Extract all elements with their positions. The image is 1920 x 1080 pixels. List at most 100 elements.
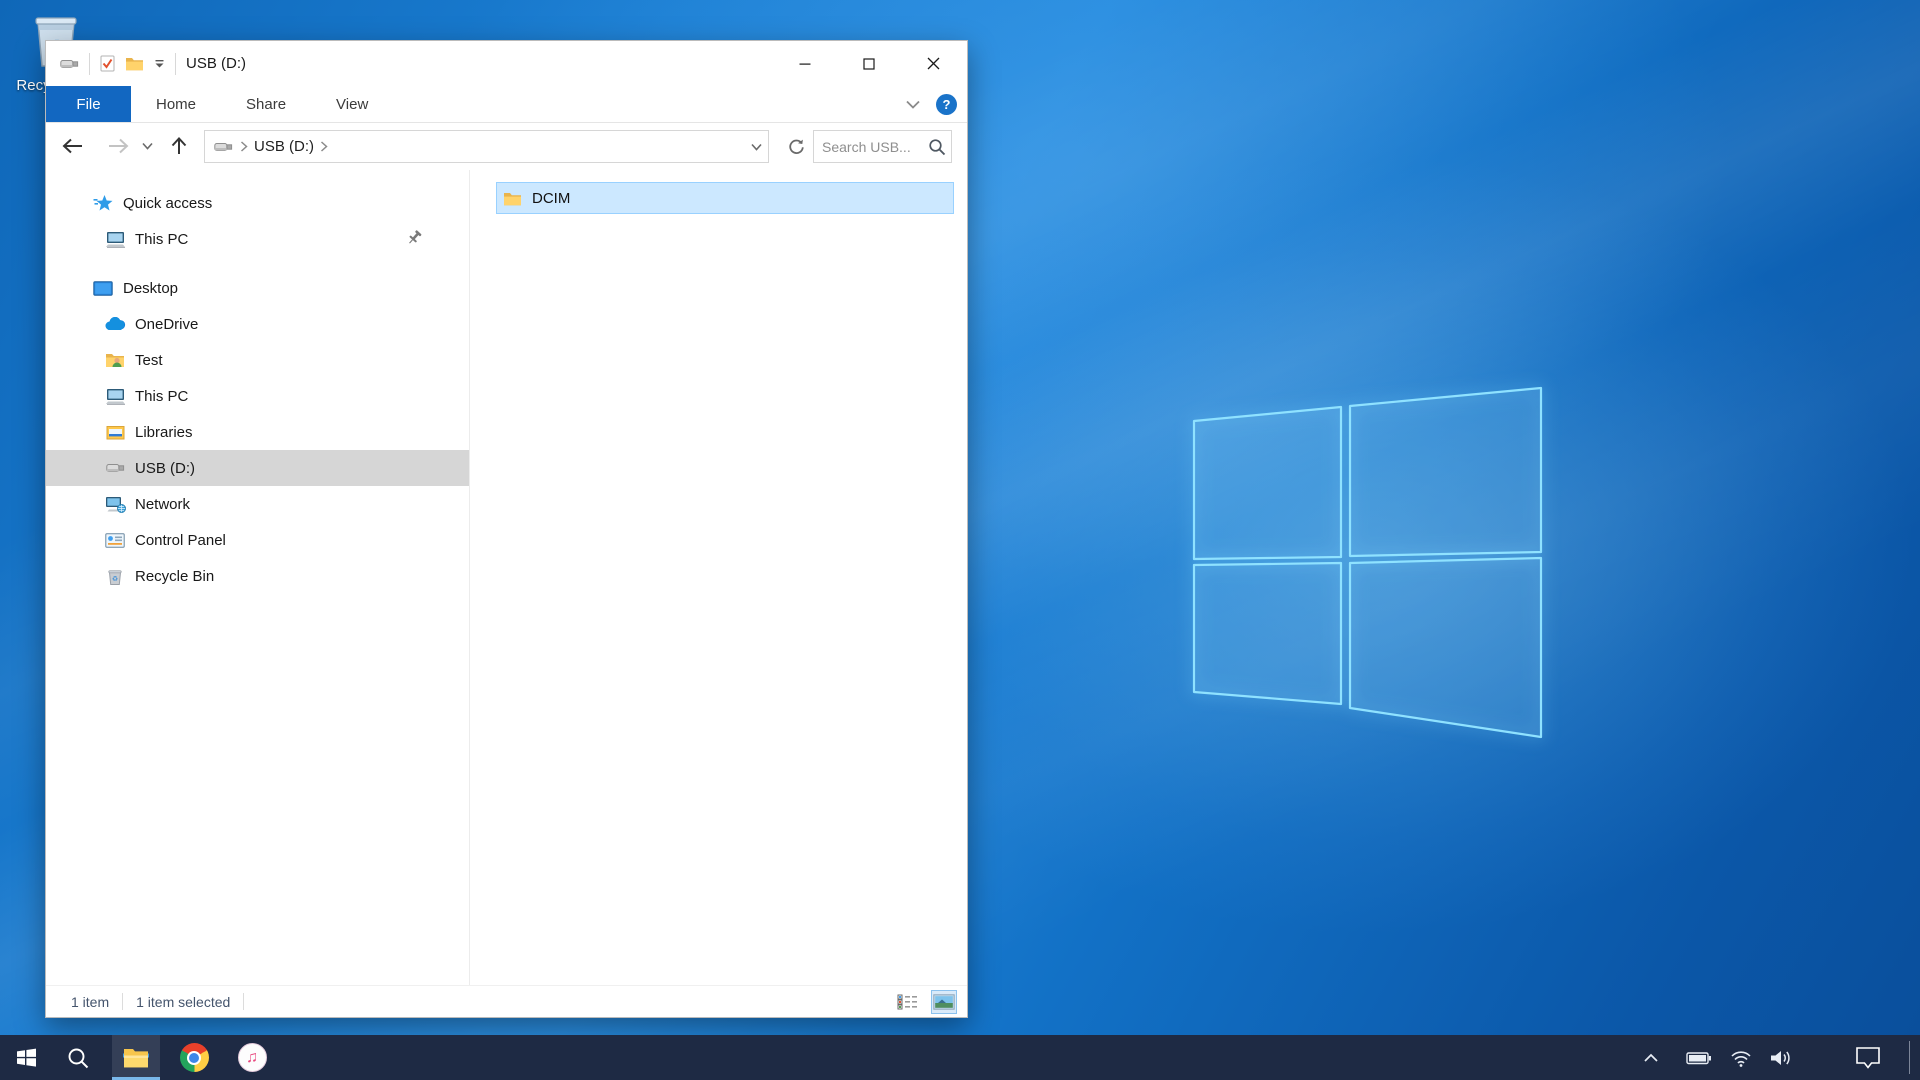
close-button[interactable]: [901, 41, 965, 86]
user-folder-icon: [104, 352, 126, 368]
sidebar-item-usb-d-[interactable]: USB (D:): [46, 450, 469, 486]
sidebar-item-recycle-bin[interactable]: ♻ Recycle Bin: [46, 558, 469, 594]
sidebar-item-test[interactable]: Test: [46, 342, 469, 378]
windows-logo-icon: [15, 1046, 38, 1069]
breadcrumb-chevron-icon[interactable]: [240, 141, 248, 152]
sidebar-item-label: This PC: [135, 231, 188, 248]
quick-access-toolbar: [60, 53, 176, 75]
address-bar[interactable]: USB (D:): [204, 130, 769, 163]
sidebar-item-network[interactable]: Network: [46, 486, 469, 522]
file-list-pane[interactable]: DCIM: [470, 170, 967, 985]
separator: [89, 53, 90, 75]
ribbon-collapse-chevron-icon[interactable]: [906, 96, 920, 114]
ribbon-tabs: FileHomeShareView: [46, 86, 393, 122]
desktop-display-icon: [92, 281, 114, 296]
action-center-button[interactable]: [1846, 1035, 1890, 1080]
tab-file[interactable]: File: [46, 86, 131, 122]
sidebar-item-label: This PC: [135, 388, 188, 405]
check-document-icon[interactable]: [100, 55, 115, 72]
search-box[interactable]: [813, 130, 952, 163]
onedrive-icon: [104, 317, 126, 331]
ribbon-tabs-row: FileHomeShareView ?: [46, 86, 967, 123]
caption-buttons: [773, 41, 965, 86]
folder-icon: [503, 191, 522, 206]
wifi-icon[interactable]: [1722, 1035, 1760, 1080]
this-pc-icon: [104, 231, 126, 248]
taskbar-start-button[interactable]: [2, 1035, 50, 1080]
breadcrumb-chevron-icon[interactable]: [320, 141, 328, 152]
usb-drive-icon: [214, 141, 233, 153]
search-input[interactable]: [822, 139, 926, 155]
folder-icon[interactable]: [125, 56, 144, 71]
taskbar-search-icon: [66, 1046, 90, 1070]
status-text: 1 item selected: [136, 994, 230, 1010]
sidebar-item-label: Libraries: [135, 424, 193, 441]
libraries-icon: [104, 425, 126, 440]
taskbar-itunes-button[interactable]: ♫: [228, 1035, 276, 1080]
sidebar-item-label: Control Panel: [135, 532, 226, 549]
itunes-icon: ♫: [238, 1043, 267, 1072]
title-bar[interactable]: USB (D:): [46, 41, 967, 86]
pin-icon: [406, 229, 423, 246]
status-bar: 1 item 1 item selected: [46, 985, 967, 1017]
quick-access-star-icon: [92, 194, 114, 212]
this-pc-icon: [104, 388, 126, 405]
usb-drive-icon: [104, 462, 126, 474]
tab-share[interactable]: Share: [221, 86, 311, 122]
forward-button[interactable]: [101, 123, 135, 169]
address-dropdown-icon[interactable]: [751, 143, 762, 151]
separator: [122, 993, 123, 1010]
sidebar-item-quick-access[interactable]: Quick access: [46, 185, 469, 221]
recycle-bin-small-icon: ♻: [104, 568, 126, 585]
sidebar-item-label: Recycle Bin: [135, 568, 214, 585]
tray-expand-button[interactable]: [1632, 1035, 1670, 1080]
taskbar-chrome-button[interactable]: [170, 1035, 218, 1080]
sidebar-item-this-pc[interactable]: This PC: [46, 221, 469, 257]
taskbar-file-explorer-button[interactable]: [112, 1035, 160, 1080]
maximize-button[interactable]: [837, 41, 901, 86]
sidebar-gap: [46, 257, 469, 270]
window-title: USB (D:): [186, 55, 246, 72]
file-item-dcim[interactable]: DCIM: [496, 182, 954, 214]
volume-icon[interactable]: [1762, 1035, 1800, 1080]
sidebar-item-label: Quick access: [123, 195, 212, 212]
sidebar-item-libraries[interactable]: Libraries: [46, 414, 469, 450]
sidebar-item-label: Desktop: [123, 280, 178, 297]
file-explorer-window: USB (D:) FileHomeShareView ? USB (D:) Qu…: [45, 40, 968, 1018]
svg-text:♻: ♻: [112, 576, 118, 583]
navigation-bar: USB (D:): [46, 123, 967, 169]
tab-home[interactable]: Home: [131, 86, 221, 122]
sidebar-item-desktop[interactable]: Desktop: [46, 270, 469, 306]
tab-view[interactable]: View: [311, 86, 393, 122]
breadcrumb-item[interactable]: USB (D:): [254, 138, 314, 155]
chrome-icon: [180, 1043, 209, 1072]
sidebar-item-label: Network: [135, 496, 190, 513]
show-desktop-button[interactable]: [1909, 1041, 1910, 1074]
navigation-pane: Quick access This PC Desktop OneDrive Test Th…: [46, 170, 470, 985]
large-icons-view-button[interactable]: [931, 990, 957, 1014]
up-button[interactable]: [162, 123, 196, 169]
help-button[interactable]: ?: [936, 94, 957, 115]
back-button[interactable]: [56, 123, 90, 169]
magnifier-icon[interactable]: [928, 138, 946, 156]
minimize-button[interactable]: [773, 41, 837, 86]
battery-icon[interactable]: [1680, 1035, 1718, 1080]
qat-customize-chevron-icon[interactable]: [154, 59, 165, 69]
control-panel-icon: [104, 533, 126, 548]
sidebar-item-label: Test: [135, 352, 163, 369]
file-explorer-icon: [122, 1046, 150, 1069]
taskbar-search-button[interactable]: [54, 1035, 102, 1080]
separator: [243, 993, 244, 1010]
taskbar: ♫: [0, 1035, 1920, 1080]
file-item-label: DCIM: [532, 190, 570, 207]
sidebar-item-label: OneDrive: [135, 316, 198, 333]
recent-locations-button[interactable]: [134, 123, 160, 169]
sidebar-item-this-pc[interactable]: This PC: [46, 378, 469, 414]
network-icon: [104, 496, 126, 513]
sidebar-item-label: USB (D:): [135, 460, 195, 477]
refresh-button[interactable]: [781, 130, 811, 163]
sidebar-item-onedrive[interactable]: OneDrive: [46, 306, 469, 342]
details-view-button[interactable]: [895, 990, 921, 1014]
sidebar-item-control-panel[interactable]: Control Panel: [46, 522, 469, 558]
status-text: 1 item: [71, 994, 109, 1010]
